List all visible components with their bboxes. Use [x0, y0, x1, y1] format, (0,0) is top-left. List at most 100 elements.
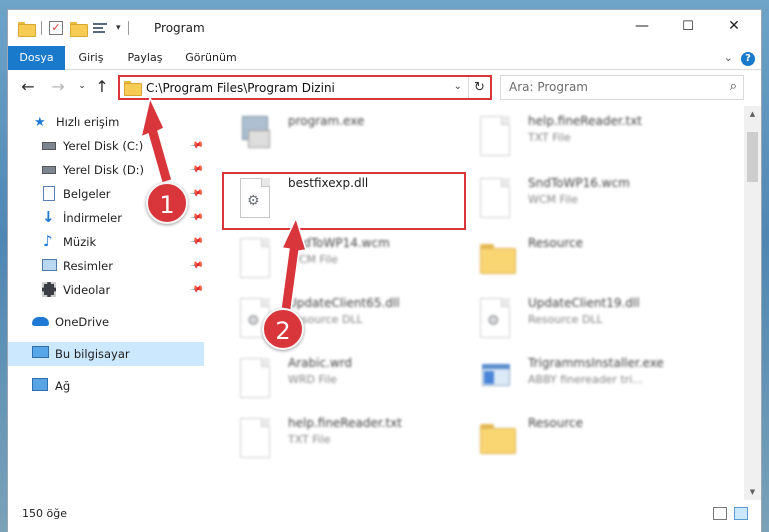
sidebar-item-label: Resimler: [63, 259, 113, 273]
file-type: WCM File: [528, 193, 578, 206]
sidebar-item-network[interactable]: Ağ: [8, 374, 204, 398]
sidebar-item-label: Ağ: [55, 379, 71, 393]
close-button[interactable]: ✕: [711, 10, 757, 42]
file-item[interactable]: Resource: [458, 228, 698, 284]
tab-share[interactable]: Paylaş: [120, 46, 170, 70]
search-input[interactable]: [509, 80, 709, 94]
sidebar-item-quick-access[interactable]: ★ Hızlı erişim: [8, 110, 204, 134]
scroll-down-icon[interactable]: ▼: [744, 484, 761, 500]
sidebar-item-pictures[interactable]: Resimler 📌: [8, 254, 204, 278]
dll-file-icon: ⚙: [480, 298, 514, 340]
file-icon: [240, 238, 274, 280]
refresh-icon[interactable]: ↻: [468, 77, 490, 98]
pin-icon[interactable]: 📌: [189, 163, 204, 178]
file-item[interactable]: ⚙ UpdateClient65.dll Resource DLL: [218, 288, 458, 344]
file-highlight-box: [222, 172, 466, 230]
file-name: UpdateClient65.dll: [288, 296, 400, 310]
file-name: program.exe: [288, 114, 365, 128]
tab-home[interactable]: Giriş: [70, 46, 112, 70]
sidebar-item-label: İndirmeler: [63, 211, 122, 225]
address-dropdown-icon[interactable]: ⌄: [454, 81, 462, 92]
explorer-window: ✓ ▾ Program — ☐ ✕ Dosya Giriş Paylaş Gör…: [8, 10, 761, 532]
large-icons-view-icon[interactable]: [734, 507, 748, 520]
sidebar-item-disk-d[interactable]: Yerel Disk (D:) 📌: [8, 158, 204, 182]
file-item[interactable]: help.fineReader.txt TXT File: [458, 106, 698, 162]
ribbon-expand-icon[interactable]: ⌄: [724, 51, 733, 64]
back-arrow-icon[interactable]: ←: [18, 77, 38, 96]
tab-view[interactable]: Görünüm: [180, 46, 242, 70]
file-item[interactable]: program.exe: [218, 106, 458, 162]
file-type: TXT File: [528, 131, 571, 144]
exe-icon: [480, 358, 514, 400]
sidebar-item-label: Belgeler: [63, 187, 111, 201]
search-box[interactable]: ⌕: [500, 75, 744, 100]
file-item[interactable]: ⚙ UpdateClient19.dll Resource DLL: [458, 288, 698, 344]
title-bar: ✓ ▾ Program — ☐ ✕: [8, 10, 761, 46]
pin-icon[interactable]: 📌: [189, 187, 204, 202]
file-icon: [480, 178, 514, 220]
up-arrow-icon[interactable]: ↑: [92, 77, 112, 96]
pin-icon[interactable]: 📌: [189, 235, 204, 250]
sidebar-item-onedrive[interactable]: OneDrive: [8, 310, 204, 334]
folder-icon[interactable]: [18, 21, 36, 37]
sidebar-item-videos[interactable]: Videolar 📌: [8, 278, 204, 302]
file-item[interactable]: help.fineReader.txt TXT File: [218, 408, 458, 464]
maximize-button[interactable]: ☐: [665, 10, 711, 42]
sidebar-item-label: Yerel Disk (D:): [63, 163, 145, 177]
tab-file[interactable]: Dosya: [8, 46, 65, 70]
text-file-icon: [480, 116, 514, 158]
sidebar-item-label: Yerel Disk (C:): [63, 139, 144, 153]
address-path[interactable]: C:\Program Files\Program Dizini: [146, 81, 335, 95]
sidebar-item-label: OneDrive: [55, 315, 110, 329]
folder-icon: [124, 81, 142, 96]
help-button[interactable]: ?: [741, 52, 755, 66]
file-item[interactable]: Resource: [458, 408, 698, 464]
file-icon: [240, 358, 274, 400]
recent-locations-icon[interactable]: ⌄: [72, 81, 92, 91]
ribbon-tabs: Dosya Giriş Paylaş Görünüm ⌄ ?: [8, 46, 761, 70]
pin-icon[interactable]: 📌: [189, 283, 204, 298]
quick-access-toolbar: ✓ ▾: [18, 21, 129, 37]
pin-icon[interactable]: 📌: [189, 211, 204, 226]
toolbar-dropdown-icon[interactable]: ▾: [116, 23, 121, 33]
pin-icon[interactable]: 📌: [189, 259, 204, 274]
sidebar-item-disk-c[interactable]: Yerel Disk (C:) 📌: [8, 134, 204, 158]
new-folder-icon[interactable]: [70, 21, 88, 37]
toolbar-divider: [127, 21, 129, 35]
file-item[interactable]: Arabic.wrd WRD File: [218, 348, 458, 404]
search-icon[interactable]: ⌕: [730, 79, 737, 94]
file-type: ABBY finereader tri...: [528, 373, 643, 386]
vertical-scrollbar[interactable]: ▲ ▼: [744, 106, 761, 500]
navigation-bar: ← → ⌄ ↑ C:\Program Files\Program Dizini …: [8, 71, 761, 104]
address-bar[interactable]: C:\Program Files\Program Dizini ⌄ ↻: [118, 75, 492, 100]
file-name: Resource: [528, 416, 584, 430]
scroll-up-icon[interactable]: ▲: [744, 106, 761, 122]
scrollbar-thumb[interactable]: [747, 132, 758, 182]
sidebar-item-this-pc[interactable]: Bu bilgisayar: [8, 342, 204, 366]
file-type: WCM File: [288, 253, 338, 266]
text-file-icon: [240, 418, 274, 460]
file-type: WRD File: [288, 373, 337, 386]
file-name: Arabic.wrd: [288, 356, 353, 370]
details-view-icon[interactable]: [713, 507, 727, 520]
status-bar: 150 öğe: [8, 502, 761, 526]
minimize-button[interactable]: —: [619, 10, 665, 42]
pin-icon[interactable]: 📌: [189, 139, 204, 154]
installer-icon: [240, 116, 274, 158]
file-name: SndToWP14.wcm: [288, 236, 390, 250]
customize-toolbar-icon[interactable]: [93, 21, 109, 35]
file-item[interactable]: SndToWP16.wcm WCM File: [458, 168, 698, 224]
properties-check-icon[interactable]: ✓: [49, 21, 63, 35]
pictures-icon: [42, 259, 57, 271]
file-type: Resource DLL: [528, 313, 603, 326]
cloud-icon: [32, 317, 49, 326]
file-type: TXT File: [288, 433, 331, 446]
computer-icon: [32, 346, 49, 358]
step-callout-2: 2: [262, 308, 304, 350]
folder-icon: [480, 238, 516, 280]
file-item[interactable]: SndToWP14.wcm WCM File: [218, 228, 458, 284]
file-item[interactable]: TrigrammsInstaller.exe ABBY finereader t…: [458, 348, 698, 404]
forward-arrow-icon[interactable]: →: [48, 77, 68, 96]
sidebar-item-music[interactable]: ♪ Müzik 📌: [8, 230, 204, 254]
file-list: program.exe help.fineReader.txt TXT File…: [208, 106, 741, 500]
